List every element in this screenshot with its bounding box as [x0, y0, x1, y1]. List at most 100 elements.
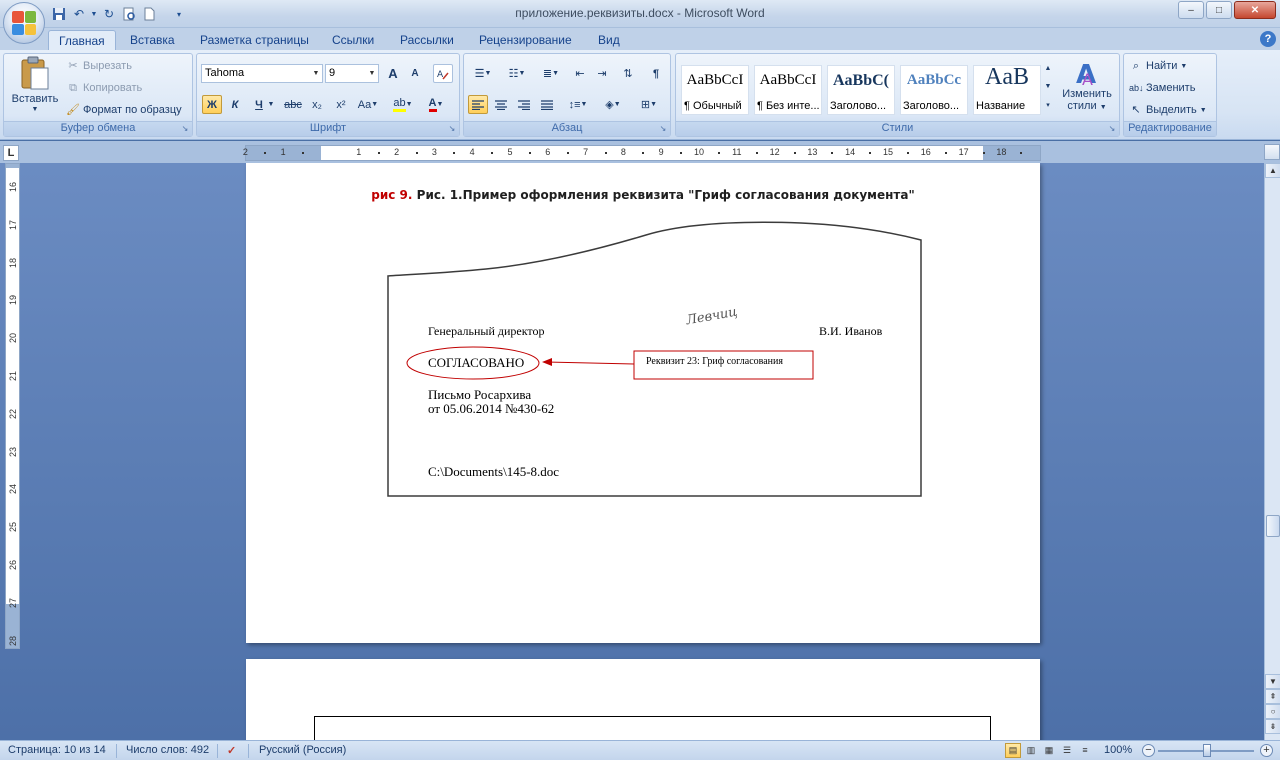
zoom-out-button[interactable]: − [1142, 744, 1155, 757]
styles-scroll-up-icon[interactable]: ▲ [1042, 60, 1054, 77]
ruler-number: 12 [769, 147, 780, 157]
font-size-dropdown-icon[interactable]: ▼ [366, 65, 378, 82]
underline-dropdown-icon[interactable]: ▼ [267, 95, 275, 114]
find-button[interactable]: ⌕ Найти ▼ [1129, 59, 1187, 73]
close-button[interactable]: ✕ [1234, 1, 1276, 19]
font-launcher-icon[interactable]: ↘ [447, 124, 457, 134]
web-layout-icon[interactable]: ▦ [1041, 743, 1057, 758]
clear-formatting-icon[interactable]: A [433, 64, 453, 83]
clipboard-launcher-icon[interactable]: ↘ [180, 124, 190, 134]
previous-page-icon[interactable]: ⇞ [1265, 689, 1280, 704]
line-spacing-icon[interactable]: ↕≡ ▼ [564, 95, 592, 114]
print-layout-icon[interactable]: ▤ [1005, 743, 1021, 758]
zoom-slider-thumb[interactable] [1203, 744, 1211, 757]
tab-page-layout[interactable]: Разметка страницы [190, 30, 319, 50]
borders-icon[interactable]: ⊞ ▼ [634, 95, 664, 114]
cut-button[interactable]: ✂ Вырезать [66, 59, 132, 73]
scroll-thumb[interactable] [1266, 515, 1280, 537]
style-title[interactable]: AaB Название [973, 64, 1041, 115]
zoom-in-button[interactable]: + [1260, 744, 1273, 757]
tab-insert[interactable]: Вставка [120, 30, 185, 50]
next-page-icon[interactable]: ⇟ [1265, 719, 1280, 734]
underline-button[interactable]: Ч [249, 95, 269, 114]
copy-button[interactable]: ⧉ Копировать [66, 81, 142, 95]
tab-review[interactable]: Рецензирование [469, 30, 582, 50]
style-normal[interactable]: AaBbCcI ¶ Обычный [681, 65, 749, 115]
styles-launcher-icon[interactable]: ↘ [1107, 124, 1117, 134]
change-case-button[interactable]: Aa ▼ [355, 95, 381, 114]
office-button[interactable] [3, 2, 45, 44]
scroll-down-icon[interactable]: ▼ [1265, 674, 1280, 689]
ruler-tick [528, 152, 531, 154]
ruler-number: 3 [431, 147, 437, 157]
ruler-tick [302, 152, 305, 154]
vertical-ruler[interactable]: 16 17 18 19 20 21 22 23 24 25 26 27 28 [5, 163, 20, 649]
format-painter-button[interactable]: 🖌 Формат по образцу [66, 103, 182, 117]
multilevel-list-icon[interactable]: ≣ ▼ [536, 64, 566, 83]
justify-icon[interactable] [537, 95, 557, 114]
sort-icon[interactable]: ⇅ [618, 64, 638, 83]
minimize-button[interactable]: – [1178, 1, 1204, 19]
position-title: Генеральный директор [428, 324, 545, 338]
vertical-scrollbar[interactable]: ▲ ▼ ⇞ ○ ⇟ [1264, 163, 1280, 740]
highlight-button[interactable]: ab ▼ [389, 95, 417, 114]
increase-indent-icon[interactable]: ⇥ [592, 64, 612, 83]
font-size-combo[interactable]: 9 ▼ [325, 64, 379, 83]
document-page[interactable]: рис 9. Рис. 1.Пример оформления реквизит… [246, 163, 1040, 643]
page-count[interactable]: Страница: 10 из 14 [8, 744, 106, 756]
numbering-icon[interactable]: ☷ ▼ [502, 64, 532, 83]
font-name-dropdown-icon[interactable]: ▼ [310, 65, 322, 82]
full-screen-reading-icon[interactable]: ▥ [1023, 743, 1039, 758]
paste-dropdown-icon: ▼ [31, 106, 39, 113]
align-center-icon[interactable] [491, 95, 511, 114]
paste-button[interactable]: Вставить ▼ [7, 56, 63, 113]
styles-more-icon[interactable]: ▾ [1042, 96, 1054, 113]
style-heading-2[interactable]: AaBbCc Заголово... [900, 65, 968, 115]
ruler-tick [642, 152, 645, 154]
clipboard-group-label: Буфер обмена [4, 121, 192, 136]
shrink-font-button[interactable]: A [405, 64, 425, 83]
select-button[interactable]: ↖ Выделить ▼ [1129, 103, 1206, 117]
help-icon[interactable]: ? [1260, 31, 1276, 47]
outline-icon[interactable]: ☰ [1059, 743, 1075, 758]
replace-button[interactable]: ab↓ Заменить [1129, 81, 1195, 95]
browse-object-icon[interactable]: ○ [1265, 704, 1280, 719]
scroll-up-icon[interactable]: ▲ [1265, 163, 1280, 178]
align-left-icon[interactable] [468, 95, 488, 114]
styles-scroll-down-icon[interactable]: ▼ [1042, 78, 1054, 95]
tab-view[interactable]: Вид [588, 30, 630, 50]
language[interactable]: Русский (Россия) [259, 744, 346, 756]
change-styles-button[interactable]: A A Изменить стили ▼ [1056, 58, 1118, 112]
grow-font-button[interactable]: A [383, 64, 403, 83]
tab-stop-selector[interactable]: L [3, 145, 19, 161]
proofing-icon[interactable]: ✓ [227, 744, 236, 757]
draft-icon[interactable]: ≡ [1077, 743, 1093, 758]
italic-button[interactable]: К [225, 95, 245, 114]
maximize-button[interactable]: □ [1206, 1, 1232, 19]
tab-references[interactable]: Ссылки [322, 30, 384, 50]
ruler-tick [755, 152, 758, 154]
word-count[interactable]: Число слов: 492 [126, 744, 209, 756]
shading-icon[interactable]: ◈ ▼ [598, 95, 628, 114]
tab-home[interactable]: Главная [48, 30, 116, 50]
style-no-spacing[interactable]: AaBbCcI ¶ Без инте... [754, 65, 822, 115]
style-heading-1[interactable]: AaBbC( Заголово... [827, 65, 895, 115]
view-ruler-icon[interactable] [1264, 144, 1280, 160]
decrease-indent-icon[interactable]: ⇤ [570, 64, 590, 83]
svg-text:A: A [1082, 70, 1093, 88]
paragraph-launcher-icon[interactable]: ↘ [658, 124, 668, 134]
bullets-icon[interactable]: ☰ ▼ [468, 64, 498, 83]
horizontal-ruler[interactable]: 2 1 1 2 3 4 5 6 7 8 9 10 11 12 13 14 15 16 17 18 [243, 145, 1041, 161]
show-marks-button[interactable]: ¶ [646, 64, 666, 83]
font-color-button[interactable]: A ▼ [422, 95, 450, 114]
bold-button[interactable]: Ж [202, 95, 222, 114]
strikethrough-button[interactable]: abc [283, 95, 303, 114]
font-name-combo[interactable]: Tahoma ▼ [201, 64, 323, 83]
align-right-icon[interactable] [514, 95, 534, 114]
zoom-level[interactable]: 100% [1104, 744, 1132, 756]
document-page-next[interactable] [246, 659, 1040, 740]
tab-mailings[interactable]: Рассылки [390, 30, 464, 50]
vertical-ruler-number: 19 [8, 295, 18, 306]
subscript-button[interactable]: x₂ [307, 95, 327, 114]
superscript-button[interactable]: x² [331, 95, 351, 114]
